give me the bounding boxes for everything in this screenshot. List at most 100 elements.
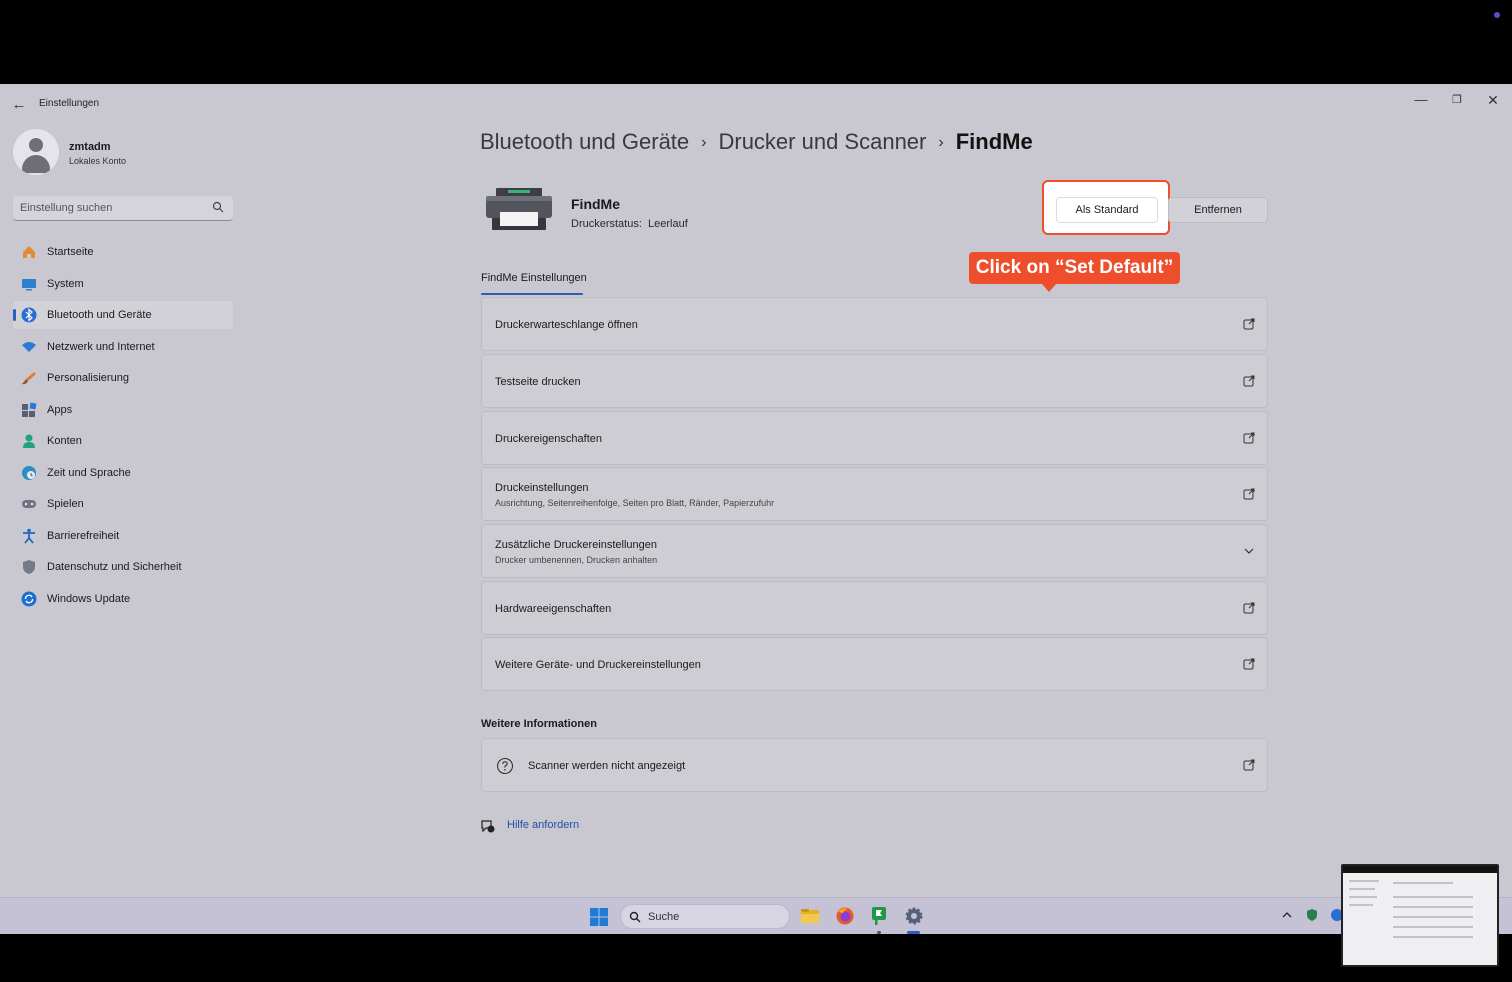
sidebar-item-label: Barrierefreiheit [47, 530, 120, 542]
setting-card-additional-settings[interactable]: Zusätzliche Druckereinstellungen Drucker… [481, 524, 1268, 578]
green-flag-app-icon[interactable] [869, 906, 889, 926]
printer-name: FindMe [571, 196, 620, 212]
remove-button[interactable]: Entfernen [1168, 197, 1268, 223]
breadcrumb-printers[interactable]: Drucker und Scanner [718, 129, 926, 154]
setting-card-print-preferences[interactable]: Druckeinstellungen Ausrichtung, Seitenre… [481, 467, 1268, 521]
avatar[interactable] [13, 129, 59, 175]
settings-window: ← Einstellungen — ❐ ✕ zmtadm Lokales Kon… [0, 84, 1512, 897]
user-name: zmtadm [69, 141, 111, 153]
set-default-button[interactable]: Als Standard [1056, 197, 1158, 223]
get-help-link[interactable]: Hilfe anfordern [507, 819, 579, 831]
person-icon [23, 434, 35, 448]
sidebar-item-label: Netzwerk und Internet [47, 341, 155, 353]
sidebar-item-label: Windows Update [47, 593, 131, 605]
card-title: Hardwareeigenschaften [495, 603, 612, 615]
minimize-button[interactable]: — [1410, 89, 1432, 111]
question-circle-icon [496, 757, 514, 775]
setting-card-scanner-help[interactable]: Scanner werden nicht angezeigt [481, 738, 1268, 792]
external-link-icon [1243, 432, 1255, 444]
card-subtitle: Ausrichtung, Seitenreihenfolge, Seiten p… [495, 498, 775, 508]
sidebar-item-windows-update[interactable]: Windows Update [13, 585, 233, 613]
taskbar: Suche [0, 897, 1512, 934]
more-info-heading: Weitere Informationen [481, 718, 597, 730]
annotation-tooltip: Click on “Set Default” [969, 252, 1180, 292]
sidebar-item-accessibility[interactable]: Barrierefreiheit [13, 522, 233, 550]
breadcrumb-bluetooth[interactable]: Bluetooth und Geräte [480, 129, 689, 154]
card-title: Testseite drucken [495, 376, 581, 388]
breadcrumb-separator: › [701, 134, 707, 151]
setting-card-printer-properties[interactable]: Druckereigenschaften [481, 411, 1268, 465]
external-link-icon [1243, 318, 1255, 330]
settings-gear-icon[interactable] [904, 906, 924, 926]
external-link-icon [1243, 488, 1255, 500]
external-link-icon [1243, 759, 1255, 771]
help-chat-icon [481, 820, 495, 833]
sidebar-item-bluetooth[interactable]: Bluetooth und Geräte [13, 301, 233, 329]
sidebar-item-privacy[interactable]: Datenschutz und Sicherheit [13, 553, 233, 581]
gamepad-icon [22, 500, 36, 508]
card-title: Weitere Geräte- und Druckereinstellungen [495, 659, 701, 671]
sidebar-item-system[interactable]: System [13, 270, 233, 298]
sidebar-item-network[interactable]: Netzwerk und Internet [13, 333, 233, 361]
account-type: Lokales Konto [69, 156, 127, 166]
printer-icon [486, 188, 552, 230]
sidebar-item-gaming[interactable]: Spielen [13, 490, 233, 518]
search-input[interactable] [20, 200, 210, 216]
setting-card-test-page[interactable]: Testseite drucken [481, 354, 1268, 408]
windows-start-icon[interactable] [590, 908, 608, 926]
screen-thumbnail-preview[interactable] [1341, 864, 1499, 967]
apps-icon [22, 402, 37, 417]
file-explorer-icon[interactable] [800, 906, 820, 926]
sidebar-item-personalization[interactable]: Personalisierung [13, 364, 233, 392]
sidebar-item-label: Konten [47, 435, 82, 447]
card-subtitle: Drucker umbenennen, Drucken anhalten [495, 555, 658, 565]
sidebar-item-label: Datenschutz und Sicherheit [47, 561, 182, 573]
external-link-icon [1243, 658, 1255, 670]
tab-active-indicator [481, 293, 583, 295]
sidebar-item-label: Zeit und Sprache [47, 467, 131, 479]
accessibility-icon [23, 528, 35, 544]
settings-search[interactable] [13, 196, 233, 221]
printer-status-value: Leerlauf [648, 218, 688, 230]
taskbar-search[interactable]: Suche [620, 904, 790, 929]
restore-button[interactable]: ❐ [1446, 89, 1468, 111]
bottom-black-band [0, 934, 1512, 982]
sidebar-item-label: System [47, 278, 84, 290]
security-tray-icon[interactable] [1305, 908, 1319, 922]
search-icon[interactable] [212, 201, 224, 213]
breadcrumb-separator: › [938, 134, 944, 151]
back-arrow-icon[interactable]: ← [10, 96, 28, 114]
brush-icon [22, 372, 36, 385]
shield-icon [23, 560, 35, 574]
card-title: Scanner werden nicht angezeigt [528, 760, 686, 772]
monitor-icon [22, 279, 36, 291]
sidebar-item-apps[interactable]: Apps [13, 396, 233, 424]
setting-card-hardware-properties[interactable]: Hardwareeigenschaften [481, 581, 1268, 635]
card-title: Zusätzliche Druckereinstellungen [495, 539, 658, 551]
external-link-icon [1243, 602, 1255, 614]
sidebar-item-label: Spielen [47, 498, 84, 510]
chevron-down-icon[interactable] [1243, 545, 1255, 557]
recording-indicator-dot [1494, 12, 1500, 18]
bluetooth-icon [21, 307, 37, 323]
sidebar-item-label: Apps [47, 404, 73, 416]
sidebar-item-accounts[interactable]: Konten [13, 427, 233, 455]
tab-findme-settings[interactable]: FindMe Einstellungen [481, 272, 587, 284]
firefox-icon[interactable] [835, 906, 855, 926]
sidebar-item-startseite[interactable]: Startseite [13, 238, 233, 266]
card-title: Druckerwarteschlange öffnen [495, 319, 638, 331]
home-icon [23, 246, 35, 258]
sidebar-item-time-language[interactable]: Zeit und Sprache [13, 459, 233, 487]
sidebar-item-label: Bluetooth und Geräte [47, 309, 152, 321]
search-icon [629, 911, 641, 923]
page-title: FindMe [955, 129, 1033, 154]
chevron-up-icon[interactable] [1281, 909, 1293, 921]
update-icon [21, 591, 37, 607]
card-title: Druckeinstellungen [495, 482, 589, 494]
external-link-icon [1243, 375, 1255, 387]
close-button[interactable]: ✕ [1482, 89, 1504, 111]
sidebar-item-label: Startseite [47, 246, 94, 258]
top-black-band [0, 0, 1512, 84]
setting-card-more-device-settings[interactable]: Weitere Geräte- und Druckereinstellungen [481, 637, 1268, 691]
setting-card-print-queue[interactable]: Druckerwarteschlange öffnen [481, 297, 1268, 351]
